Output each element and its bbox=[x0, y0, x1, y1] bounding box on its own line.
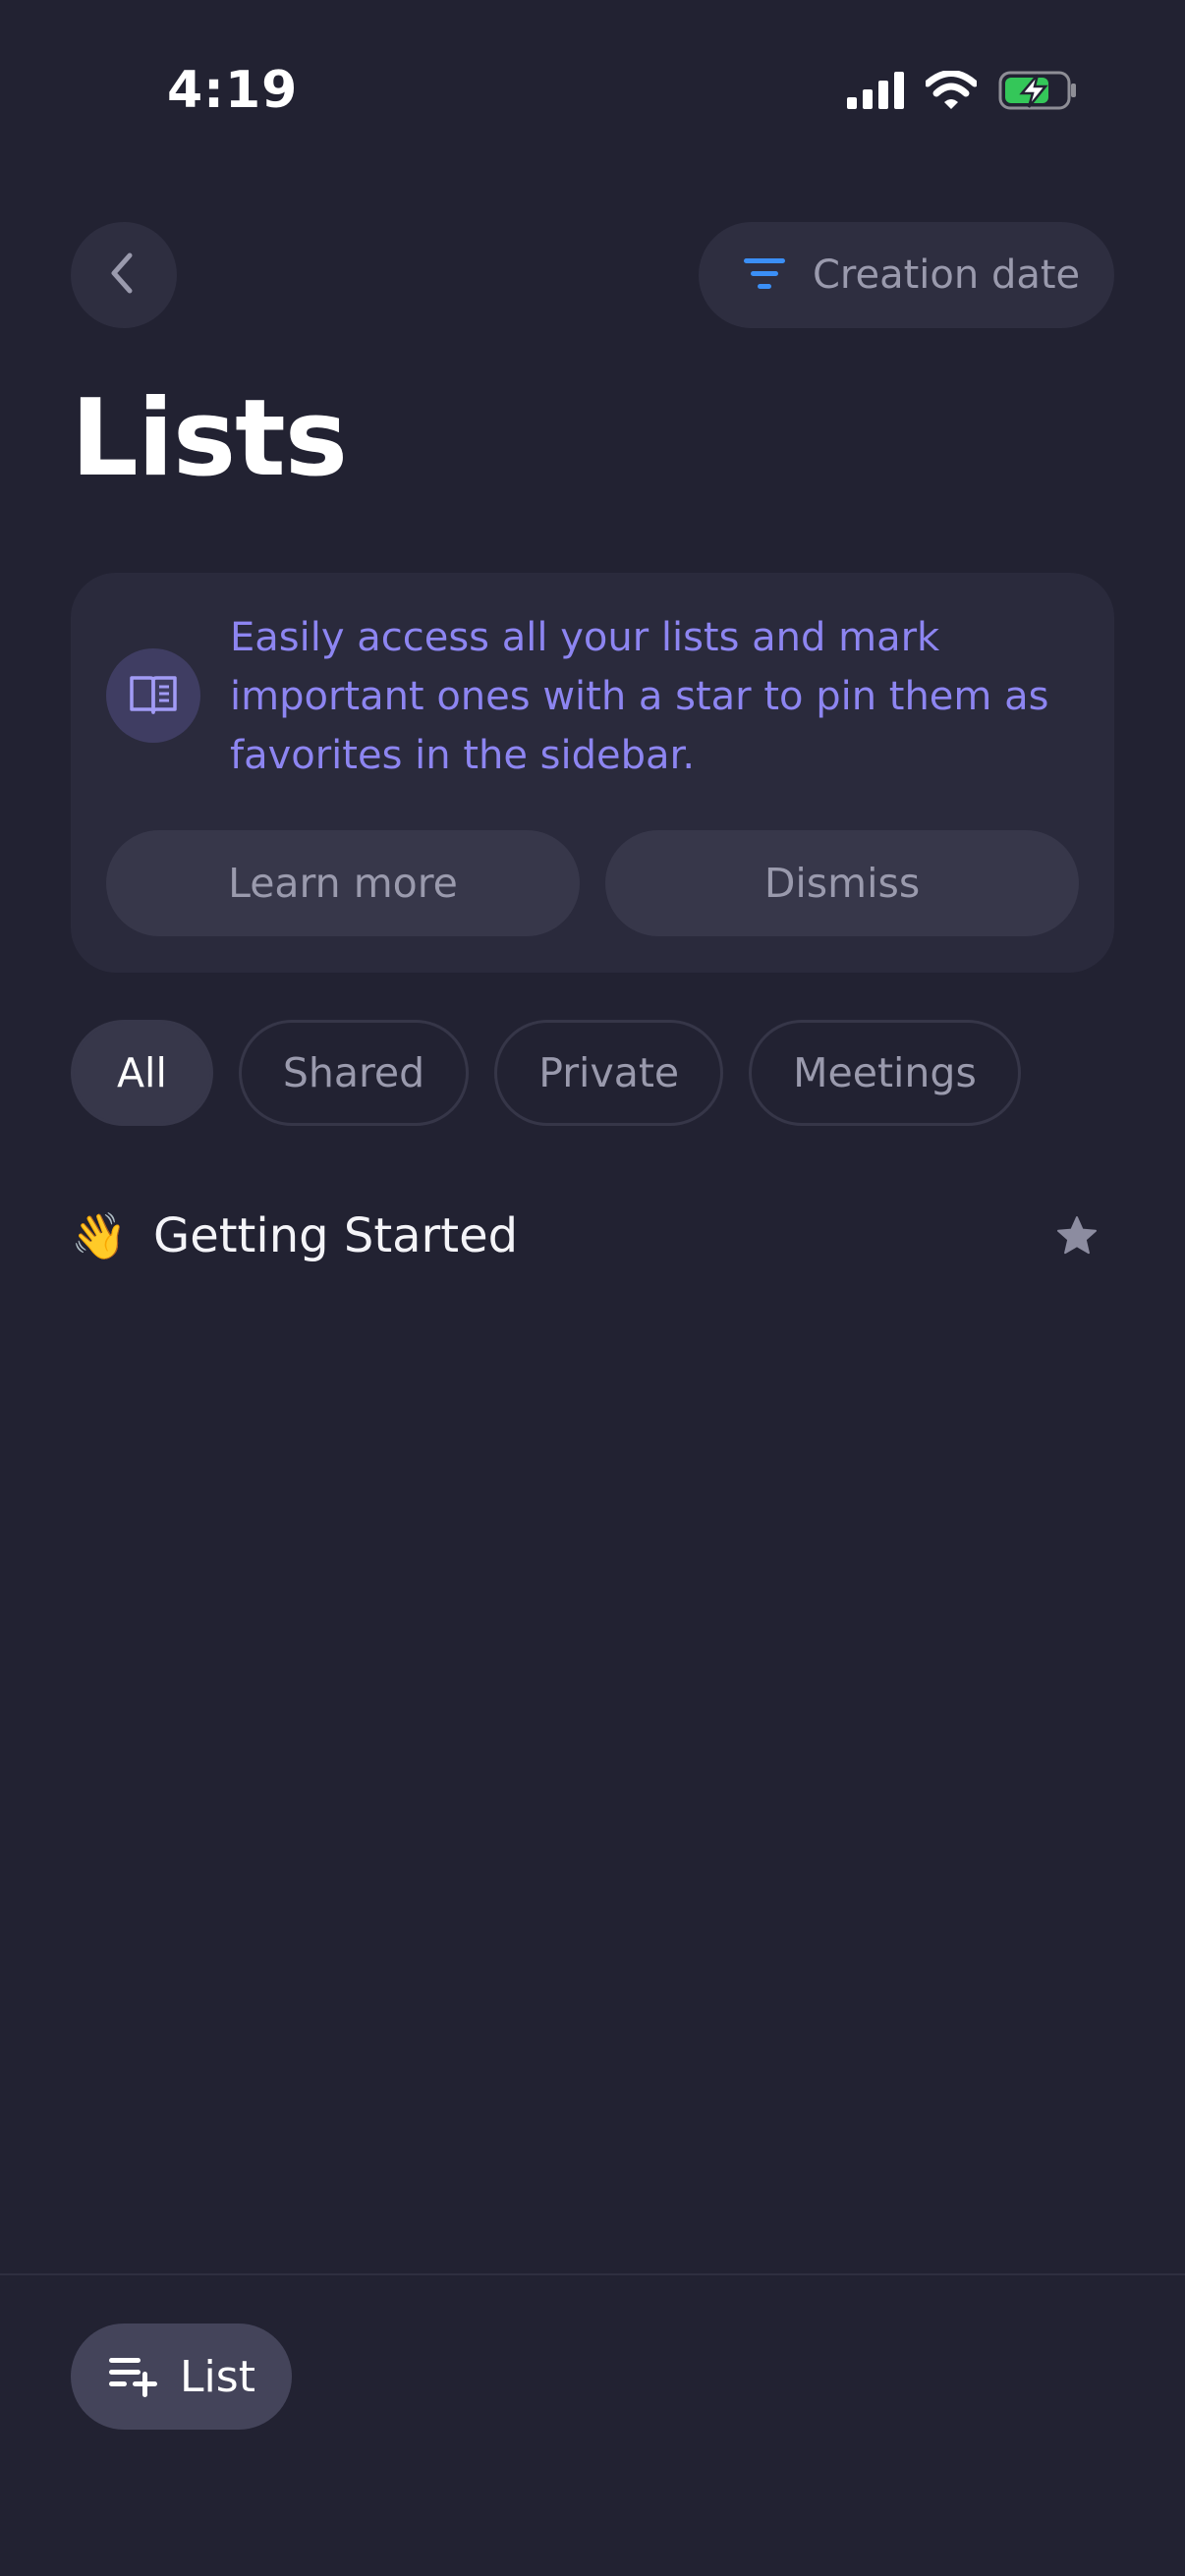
dismiss-button[interactable]: Dismiss bbox=[605, 830, 1079, 936]
back-button[interactable] bbox=[71, 222, 177, 328]
learn-more-button[interactable]: Learn more bbox=[106, 830, 580, 936]
cellular-signal-icon bbox=[847, 72, 904, 113]
wifi-icon bbox=[924, 70, 979, 114]
list-emoji: 👋 bbox=[71, 1208, 128, 1262]
filter-chip-meetings[interactable]: Meetings bbox=[749, 1020, 1021, 1126]
bottom-divider bbox=[0, 2273, 1185, 2275]
list-add-icon bbox=[107, 2352, 158, 2401]
open-book-icon bbox=[106, 648, 200, 743]
info-text: Easily access all your lists and mark im… bbox=[230, 615, 1049, 778]
filter-lines-icon bbox=[742, 253, 787, 297]
chevron-left-icon bbox=[104, 250, 143, 301]
page-title: Lists bbox=[71, 377, 348, 500]
list-item[interactable]: 👋 Getting Started bbox=[71, 1189, 1114, 1283]
new-list-button[interactable]: List bbox=[71, 2324, 292, 2430]
list-title: Getting Started bbox=[153, 1208, 519, 1263]
status-icons bbox=[847, 70, 1077, 114]
filter-chips: All Shared Private Meetings bbox=[71, 1020, 1021, 1126]
filter-chip-private[interactable]: Private bbox=[494, 1020, 724, 1126]
info-card: Easily access all your lists and mark im… bbox=[71, 573, 1114, 973]
sort-by-button[interactable]: Creation date bbox=[699, 222, 1114, 328]
filter-chip-all[interactable]: All bbox=[71, 1020, 213, 1126]
status-time: 4:19 bbox=[167, 61, 299, 120]
filter-chip-shared[interactable]: Shared bbox=[238, 1020, 470, 1126]
battery-charging-icon bbox=[998, 71, 1077, 114]
new-list-label: List bbox=[180, 2351, 255, 2402]
sort-label: Creation date bbox=[813, 252, 1081, 298]
star-icon[interactable] bbox=[1047, 1206, 1106, 1265]
